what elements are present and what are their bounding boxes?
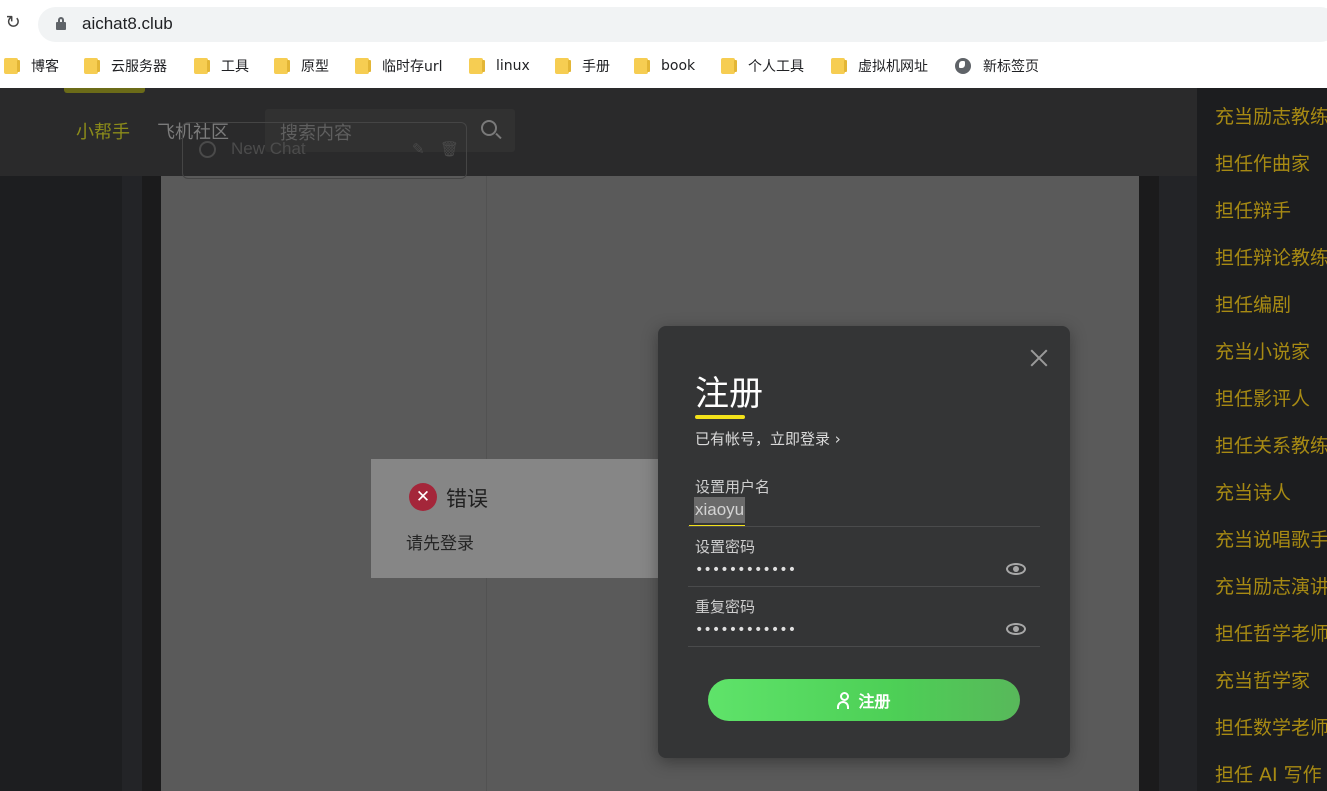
role-item[interactable]: 担任辩论教练 xyxy=(1215,243,1327,270)
confirm-password-input[interactable]: •••••••••••• xyxy=(695,622,796,638)
folder-icon xyxy=(4,58,20,74)
edit-icon[interactable]: ✎ xyxy=(412,140,425,158)
password-input[interactable]: •••••••••••• xyxy=(695,562,796,578)
login-link[interactable]: 已有帐号，立即登录 › xyxy=(695,428,841,449)
confirm-password-label: 重复密码 xyxy=(695,598,756,616)
role-item[interactable]: 充当小说家 xyxy=(1215,337,1310,364)
role-item[interactable]: 担任影评人 xyxy=(1215,384,1310,411)
username-input[interactable]: xiaoyu xyxy=(694,497,746,523)
register-button[interactable]: 注册 xyxy=(708,679,1020,721)
nav-item-helper[interactable]: 小帮手 xyxy=(76,118,130,144)
roles-panel: 充当励志教练 担任作曲家 担任辩手 担任辩论教练 担任编剧 充当小说家 担任影评… xyxy=(1197,88,1327,791)
error-icon: ✕ xyxy=(409,483,437,511)
role-item[interactable]: 担任数学老师 xyxy=(1215,713,1327,740)
title-underline xyxy=(695,415,745,419)
folder-icon xyxy=(721,58,737,74)
role-item[interactable]: 充当说唱歌手 xyxy=(1215,525,1327,552)
role-item[interactable]: 充当诗人 xyxy=(1215,478,1291,505)
role-item[interactable]: 担任作曲家 xyxy=(1215,149,1310,176)
bookmark-item[interactable]: 原型 xyxy=(274,52,329,80)
reload-icon[interactable]: ↻ xyxy=(2,12,24,34)
chevron-right-icon: › xyxy=(830,430,841,448)
bookmark-item[interactable]: book xyxy=(634,52,695,80)
add-user-icon xyxy=(837,692,853,709)
modal-title: 注册 xyxy=(695,374,763,414)
bookmark-item[interactable]: 临时存url xyxy=(355,52,443,80)
bookmark-item[interactable]: 博客 xyxy=(4,52,59,80)
field-divider xyxy=(688,526,1040,527)
username-label: 设置用户名 xyxy=(695,478,771,496)
folder-icon xyxy=(831,58,847,74)
folder-icon xyxy=(469,58,485,74)
chat-icon xyxy=(199,141,216,158)
new-chat-label: New Chat xyxy=(231,139,306,158)
address-bar[interactable]: aichat8.club xyxy=(38,7,1327,42)
role-item[interactable]: 担任 AI 写作 xyxy=(1215,760,1322,787)
bookmark-item[interactable]: linux xyxy=(469,52,530,80)
search-icon[interactable] xyxy=(481,120,502,140)
left-gutter xyxy=(142,176,161,791)
role-item[interactable]: 担任编剧 xyxy=(1215,290,1291,317)
password-label: 设置密码 xyxy=(695,538,756,556)
right-gutter xyxy=(1139,176,1159,791)
folder-icon xyxy=(555,58,571,74)
folder-icon xyxy=(274,58,290,74)
bookmark-item[interactable]: 个人工具 xyxy=(721,52,804,80)
nav-active-indicator xyxy=(64,88,145,93)
bookmark-item[interactable]: 手册 xyxy=(555,52,610,80)
lock-icon[interactable] xyxy=(56,17,66,30)
close-icon[interactable] xyxy=(1028,347,1050,369)
bookmark-item[interactable]: 云服务器 xyxy=(84,52,167,80)
role-item[interactable]: 充当励志演讲 xyxy=(1215,572,1327,599)
error-toast: ✕ 错误 请先登录 xyxy=(371,459,671,578)
bookmark-item[interactable]: 工具 xyxy=(194,52,249,80)
right-gutter xyxy=(1159,176,1197,791)
bookmark-item[interactable]: 虚拟机网址 xyxy=(831,52,928,80)
toast-title: 错误 xyxy=(446,487,488,511)
register-modal: 注册 已有帐号，立即登录 › 设置用户名 xiaoyu 设置密码 •••••••… xyxy=(658,326,1070,758)
bookmark-item[interactable]: 新标签页 xyxy=(955,52,1039,80)
folder-icon xyxy=(355,58,371,74)
role-item[interactable]: 担任辩手 xyxy=(1215,196,1291,223)
role-item[interactable]: 充当哲学家 xyxy=(1215,666,1310,693)
trash-icon[interactable]: 🗑 xyxy=(440,140,459,158)
folder-icon xyxy=(194,58,210,74)
globe-icon xyxy=(955,58,971,74)
eye-icon[interactable] xyxy=(1006,563,1026,575)
folder-icon xyxy=(84,58,100,74)
field-divider xyxy=(688,586,1040,587)
role-item[interactable]: 担任关系教练 xyxy=(1215,431,1327,458)
role-item[interactable]: 担任哲学老师 xyxy=(1215,619,1327,646)
left-gutter xyxy=(122,176,142,791)
role-item[interactable]: 充当励志教练 xyxy=(1215,102,1327,129)
bookmarks-bar: 博客 云服务器 工具 原型 临时存url linux 手册 book 个人工具 … xyxy=(0,52,1327,80)
site-header: 小帮手 飞机社区 搜索内容 xyxy=(0,88,1197,176)
field-divider xyxy=(688,646,1040,647)
toast-message: 请先登录 xyxy=(406,534,474,554)
browser-chrome: ↻ aichat8.club 博客 云服务器 工具 原型 临时存url linu… xyxy=(0,0,1327,88)
url-text[interactable]: aichat8.club xyxy=(82,14,173,34)
folder-icon xyxy=(634,58,650,74)
new-chat-item[interactable]: New Chat ✎ 🗑 xyxy=(182,122,467,179)
eye-icon[interactable] xyxy=(1006,623,1026,635)
